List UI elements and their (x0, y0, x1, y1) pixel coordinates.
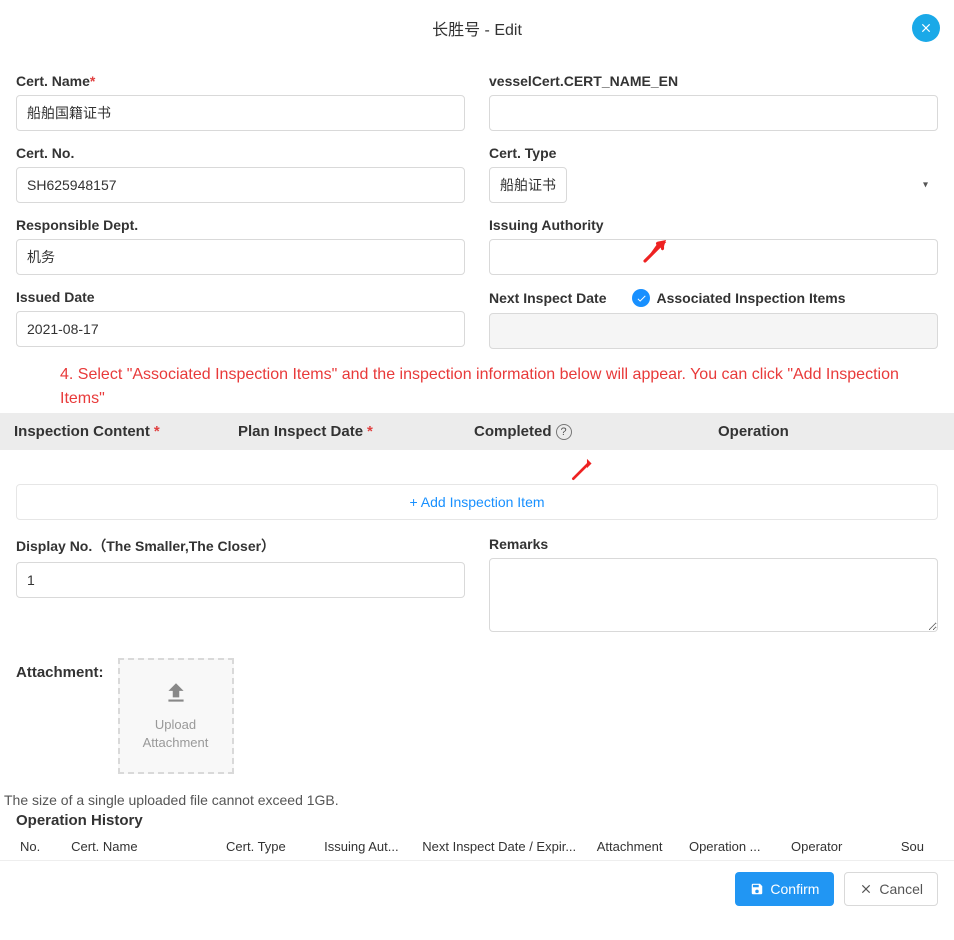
check-icon (636, 293, 647, 304)
assoc-inspection-label: Associated Inspection Items (656, 290, 845, 306)
issued-date-label: Issued Date (16, 289, 465, 305)
operation-history-header: No. Cert. Name Cert. Type Issuing Aut...… (16, 829, 938, 860)
display-no-label: Display No.（The Smaller,The Closer） (16, 536, 465, 556)
annotation-text: 4. Select "Associated Inspection Items" … (60, 363, 938, 411)
confirm-button[interactable]: Confirm (735, 872, 834, 906)
display-no-input[interactable] (16, 562, 465, 598)
operation-col: Operation (718, 423, 789, 440)
cert-type-select[interactable]: 船舶证书 (489, 167, 567, 203)
issued-date-input[interactable] (16, 311, 465, 347)
modal-header: 长胜号 - Edit (0, 0, 954, 61)
plan-inspect-date-col: Plan Inspect Date (238, 423, 363, 440)
modal-title: 长胜号 - Edit (432, 22, 522, 39)
cert-name-input[interactable] (16, 95, 465, 131)
next-inspect-date-input[interactable] (489, 313, 938, 349)
assoc-inspection-checkbox[interactable] (632, 289, 650, 307)
cert-type-label: Cert. Type (489, 145, 938, 161)
cert-no-input[interactable] (16, 167, 465, 203)
cert-name-en-input[interactable] (489, 95, 938, 131)
cancel-button[interactable]: Cancel (844, 872, 938, 906)
close-button[interactable] (912, 14, 940, 42)
completed-col: Completed (474, 423, 552, 440)
remarks-label: Remarks (489, 536, 938, 552)
history-col-next-inspect: Next Inspect Date / Expir... (422, 839, 596, 854)
history-col-no: No. (20, 839, 71, 854)
cert-name-label: Cert. Name* (16, 73, 465, 89)
history-col-operator: Operator (791, 839, 901, 854)
cert-no-label: Cert. No. (16, 145, 465, 161)
upload-attachment-button[interactable]: Upload Attachment (118, 658, 234, 774)
inspection-items-header: Inspection Content * Plan Inspect Date *… (0, 413, 954, 450)
history-col-cert-type: Cert. Type (226, 839, 324, 854)
history-col-source: Sou (901, 839, 934, 854)
modal-footer: Confirm Cancel (0, 860, 954, 916)
close-icon (919, 21, 933, 35)
next-inspect-date-label: Next Inspect Date (489, 290, 606, 306)
responsible-dept-label: Responsible Dept. (16, 217, 465, 233)
help-icon[interactable]: ? (556, 424, 572, 440)
responsible-dept-input[interactable] (16, 239, 465, 275)
issuing-authority-label: Issuing Authority (489, 217, 938, 233)
operation-history-title: Operation History (16, 812, 938, 829)
upload-icon (163, 680, 189, 706)
upload-size-note: The size of a single uploaded file canno… (4, 792, 938, 808)
add-inspection-item-button[interactable]: + Add Inspection Item (16, 484, 938, 520)
cancel-icon (859, 882, 873, 896)
save-icon (750, 882, 764, 896)
history-col-issuing-auth: Issuing Aut... (324, 839, 422, 854)
history-col-cert-name: Cert. Name (71, 839, 226, 854)
issuing-authority-input[interactable] (489, 239, 938, 275)
history-col-operation: Operation ... (689, 839, 791, 854)
remarks-textarea[interactable] (489, 558, 938, 632)
cert-name-en-label: vesselCert.CERT_NAME_EN (489, 73, 938, 89)
attachment-label: Attachment: (16, 658, 104, 681)
annotation-arrow-2-icon (569, 457, 595, 483)
inspection-content-col: Inspection Content (14, 423, 150, 440)
history-col-attachment: Attachment (597, 839, 689, 854)
